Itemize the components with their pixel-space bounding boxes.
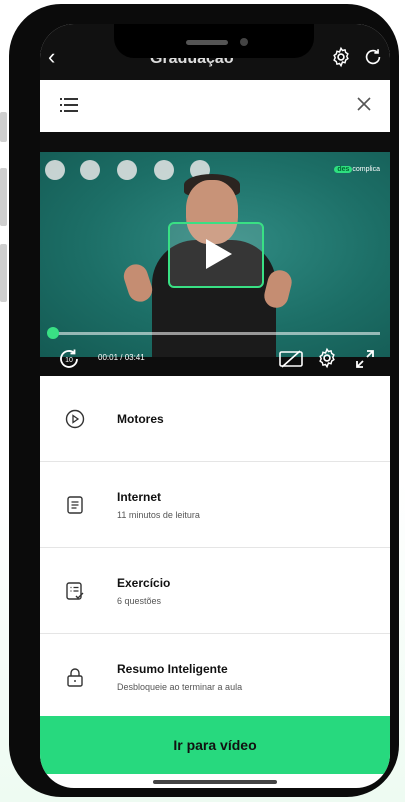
front-camera [240,38,248,46]
phone-side-button [0,168,7,226]
presenter-hand [120,261,156,305]
lesson-item-title: Motores [117,412,164,426]
reaction-emoji-icon[interactable] [117,160,137,180]
captions-off-icon[interactable] [278,349,304,369]
reaction-emoji-icon[interactable] [154,160,174,180]
svg-text:10: 10 [65,357,73,364]
reaction-emoji-icon[interactable] [45,160,65,180]
video-player[interactable]: des complica 10 00:01 / 03:41 [40,132,390,376]
play-button[interactable] [168,222,264,288]
phone-side-button [0,244,7,302]
lesson-item-subtitle: 11 minutos de leitura [117,510,200,520]
back-icon[interactable]: ‹ [48,46,55,68]
lesson-item-title: Internet [117,490,162,504]
go-to-video-button[interactable]: Ir para vídeo [40,716,390,774]
video-settings-icon[interactable] [316,347,338,369]
lesson-item-video[interactable]: Motores [40,376,390,462]
checklist-icon [66,582,84,600]
replay-10-icon[interactable]: 10 [56,346,82,372]
fullscreen-icon[interactable] [354,348,376,370]
lesson-item-exercise[interactable]: Exercício 6 questões [40,548,390,634]
lock-icon [67,668,83,687]
phone-frame: ‹ Graduação des complica 10 00:01 / 03:4… [9,4,399,797]
video-time: 00:01 / 03:41 [98,353,145,362]
lesson-item-subtitle: Desbloqueie ao terminar a aula [117,682,243,692]
play-circle-icon [65,409,85,429]
phone-screen: ‹ Graduação des complica 10 00:01 / 03:4… [40,24,390,788]
lesson-panel-header [40,80,390,132]
progress-track[interactable] [52,332,380,335]
settings-gear-icon[interactable] [330,46,352,68]
video-frame[interactable]: des complica [40,152,390,357]
list-icon[interactable] [60,97,80,113]
lesson-item-subtitle: 6 questões [117,596,162,606]
phone-notch [114,24,314,58]
speaker-grille [186,40,228,45]
progress-knob[interactable] [47,327,59,339]
lesson-item-reading[interactable]: Internet 11 minutos de leitura [40,462,390,548]
video-controls: 10 00:01 / 03:41 [40,344,390,374]
lesson-item-summary[interactable]: Resumo Inteligente Desbloqueie ao termin… [40,634,390,716]
close-icon[interactable] [354,94,374,114]
brand-logo: des complica [334,166,380,173]
refresh-icon[interactable] [362,46,384,68]
lesson-item-title: Resumo Inteligente [117,662,228,676]
lesson-item-title: Exercício [117,576,171,590]
play-icon [206,239,232,269]
reaction-emoji-icon[interactable] [80,160,100,180]
phone-side-button [0,112,7,142]
app-top-bar: ‹ Graduação [40,24,390,80]
document-icon [67,496,83,514]
home-indicator [153,780,277,784]
